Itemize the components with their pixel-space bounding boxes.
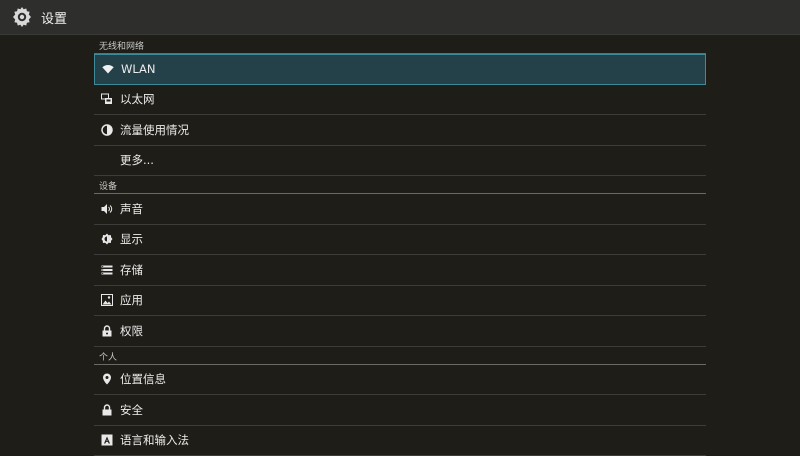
settings-item-wlan[interactable]: WLAN	[94, 54, 706, 85]
settings-list: 无线和网络 WLAN 以太网 流量使用情况 更多... 设备 声音 显示	[94, 36, 706, 456]
settings-item-data-usage[interactable]: 流量使用情况	[94, 115, 706, 146]
ethernet-icon	[100, 92, 114, 106]
lock-icon	[100, 324, 114, 338]
brightness-icon	[100, 232, 114, 246]
settings-item-security[interactable]: 安全	[94, 395, 706, 426]
speaker-icon	[100, 202, 114, 216]
settings-item-label: 声音	[120, 201, 143, 217]
settings-item-display[interactable]: 显示	[94, 225, 706, 256]
settings-item-language[interactable]: 语言和输入法	[94, 426, 706, 456]
settings-item-label: 位置信息	[120, 371, 166, 387]
settings-item-label: 显示	[120, 231, 143, 247]
apps-icon	[100, 293, 114, 307]
settings-item-storage[interactable]: 存储	[94, 255, 706, 286]
settings-item-more[interactable]: 更多...	[94, 146, 706, 177]
settings-item-label: 权限	[120, 323, 143, 339]
settings-item-label: 语言和输入法	[120, 432, 189, 448]
language-icon	[100, 433, 114, 447]
settings-item-label: 安全	[120, 402, 143, 418]
section-header-device: 设备	[94, 176, 706, 194]
settings-item-location[interactable]: 位置信息	[94, 365, 706, 396]
settings-item-label: 更多...	[120, 152, 154, 168]
gear-icon[interactable]	[9, 4, 35, 30]
settings-item-label: 应用	[120, 292, 143, 308]
settings-item-label: 存储	[120, 262, 143, 278]
page-title: 设置	[41, 8, 67, 27]
location-pin-icon	[100, 372, 114, 386]
wifi-icon	[101, 62, 115, 76]
settings-item-ethernet[interactable]: 以太网	[94, 85, 706, 116]
title-bar: 设置	[0, 0, 800, 35]
data-usage-icon	[100, 123, 114, 137]
settings-item-apps[interactable]: 应用	[94, 286, 706, 317]
section-header-wireless: 无线和网络	[94, 36, 706, 54]
lock-icon	[100, 403, 114, 417]
settings-item-label: WLAN	[121, 62, 156, 76]
settings-item-label: 以太网	[120, 91, 155, 107]
section-header-personal: 个人	[94, 347, 706, 365]
storage-icon	[100, 263, 114, 277]
settings-item-sound[interactable]: 声音	[94, 194, 706, 225]
settings-item-permissions[interactable]: 权限	[94, 316, 706, 347]
settings-item-label: 流量使用情况	[120, 122, 189, 138]
